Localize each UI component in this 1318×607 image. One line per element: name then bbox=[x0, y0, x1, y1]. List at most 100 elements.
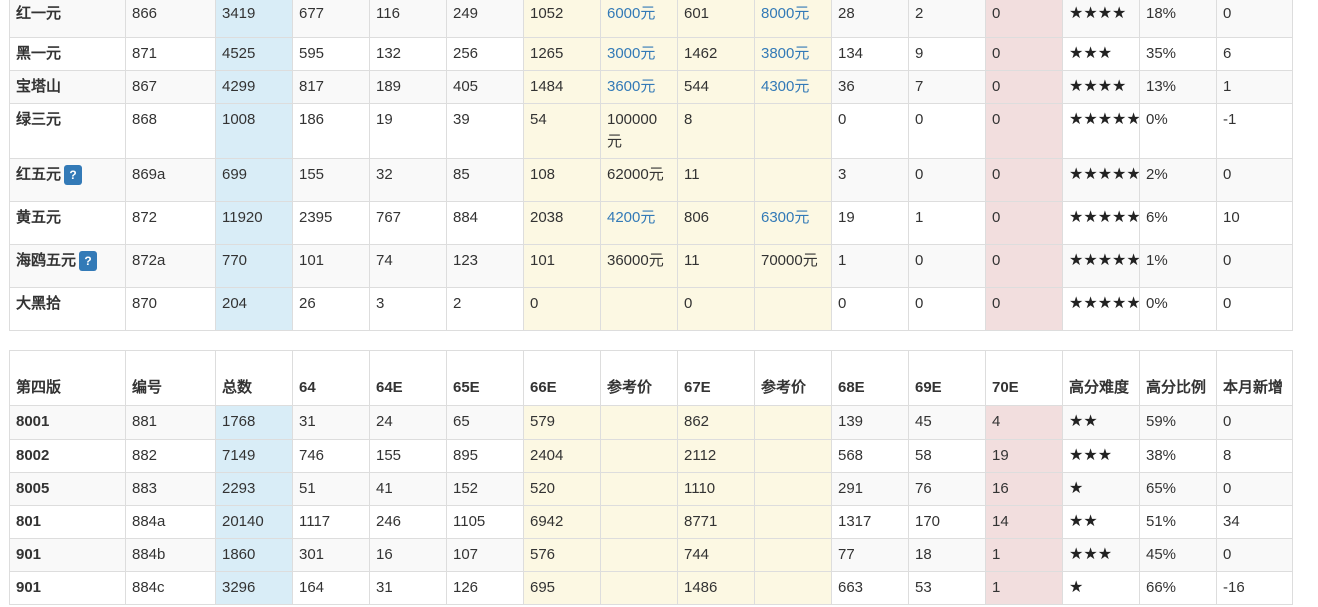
cell-code: 868 bbox=[125, 103, 216, 159]
cell-66e-text: 101 bbox=[530, 252, 556, 269]
cell-difficulty-stars: ★★★★★ bbox=[1062, 244, 1140, 288]
cell-ref-price-1 bbox=[600, 571, 678, 605]
reference-price-link[interactable]: 6300元 bbox=[761, 209, 809, 226]
cell-64e: 31 bbox=[369, 571, 447, 605]
cell-67e-text: 544 bbox=[684, 78, 710, 95]
cell-name-text: 901 bbox=[16, 579, 42, 596]
cell-67e-text: 8771 bbox=[684, 513, 718, 530]
reference-price-link[interactable]: 3000元 bbox=[607, 45, 655, 62]
reference-price-link[interactable]: 8000元 bbox=[761, 5, 809, 22]
cell-65e-text: 2 bbox=[453, 295, 462, 312]
cell-ratio: 51% bbox=[1139, 505, 1217, 539]
cell-64: 817 bbox=[292, 70, 370, 104]
cell-name-text: 8001 bbox=[16, 413, 50, 430]
cell-monthly-new-text: 34 bbox=[1223, 513, 1240, 530]
reference-price-link[interactable]: 4200元 bbox=[607, 209, 655, 226]
cell-ratio: 18% bbox=[1139, 0, 1217, 38]
cell-67e-text: 11 bbox=[684, 166, 700, 183]
cell-total: 1008 bbox=[215, 103, 293, 159]
reference-price-link[interactable]: 6000元 bbox=[607, 5, 655, 22]
header-64: 64 bbox=[292, 350, 370, 406]
cell-ref-price-2 bbox=[754, 158, 832, 202]
cell-ratio-text: 0% bbox=[1146, 111, 1168, 128]
help-button[interactable]: ? bbox=[64, 165, 83, 186]
cell-ref-price-1: 3000元 bbox=[600, 37, 678, 71]
cell-66e-text: 579 bbox=[530, 413, 556, 430]
cell-code-text: 872a bbox=[132, 252, 166, 269]
cell-66e-text: 695 bbox=[530, 579, 556, 596]
cell-monthly-new-text: 10 bbox=[1223, 209, 1240, 226]
cell-65e-text: 39 bbox=[453, 111, 470, 128]
cell-64: 155 bbox=[292, 158, 370, 202]
cell-difficulty-stars: ★★★★★ bbox=[1062, 158, 1140, 202]
cell-68e: 139 bbox=[831, 405, 909, 440]
star-rating: ★★ bbox=[1069, 513, 1098, 530]
cell-total: 11920 bbox=[215, 201, 293, 245]
cell-66e: 2404 bbox=[523, 439, 601, 473]
cell-ref-price-1: 62000元 bbox=[600, 158, 678, 202]
reference-price-link[interactable]: 4300元 bbox=[761, 78, 809, 95]
cell-monthly-new: 0 bbox=[1216, 158, 1293, 202]
cell-67e-text: 11 bbox=[684, 252, 700, 269]
cell-66e: 101 bbox=[523, 244, 601, 288]
cell-ratio-text: 65% bbox=[1146, 480, 1177, 497]
cell-ref-price-2 bbox=[754, 472, 832, 506]
table-row: 红一元 866 3419 677 116 249 1052 6000元 601 8000元 28 2 0… bbox=[9, 0, 1293, 38]
cell-65e-text: 256 bbox=[453, 45, 479, 62]
cell-total: 699 bbox=[215, 158, 293, 202]
cell-65e: 1105 bbox=[446, 505, 524, 539]
cell-64e: 74 bbox=[369, 244, 447, 288]
star-rating: ★★★★ bbox=[1069, 5, 1127, 22]
cell-68e: 28 bbox=[831, 0, 909, 38]
cell-name: 8002 bbox=[9, 439, 126, 473]
cell-70e: 1 bbox=[985, 571, 1063, 605]
cell-64: 101 bbox=[292, 244, 370, 288]
cell-64-text: 155 bbox=[299, 166, 325, 183]
cell-67e: 806 bbox=[677, 201, 755, 245]
header-70e: 70E bbox=[985, 350, 1063, 406]
cell-69e-text: 58 bbox=[915, 447, 932, 464]
cell-difficulty-stars: ★★★★★ bbox=[1062, 103, 1140, 159]
cell-69e: 0 bbox=[908, 103, 986, 159]
cell-67e: 11 bbox=[677, 244, 755, 288]
cell-64e: 32 bbox=[369, 158, 447, 202]
cell-69e-text: 53 bbox=[915, 579, 932, 596]
cell-70e-text: 0 bbox=[992, 209, 1001, 226]
cell-68e-text: 3 bbox=[838, 166, 847, 183]
table-row: 红五元? 869a 699 155 32 85 108 62000元 11 3 0 0 ★★★★★ 2% 0 bbox=[9, 158, 1293, 202]
cell-68e-text: 134 bbox=[838, 45, 864, 62]
cell-64e-text: 19 bbox=[376, 111, 393, 128]
cell-ratio: 45% bbox=[1139, 538, 1217, 572]
cell-code: 872a bbox=[125, 244, 216, 288]
cell-total-text: 20140 bbox=[222, 513, 264, 530]
cell-64: 26 bbox=[292, 287, 370, 331]
cell-66e-text: 0 bbox=[530, 295, 539, 312]
cell-ref-price-1 bbox=[600, 439, 678, 473]
cell-name-text: 黑一元 bbox=[16, 45, 62, 62]
cell-monthly-new: 0 bbox=[1216, 405, 1293, 440]
cell-68e: 568 bbox=[831, 439, 909, 473]
cell-total-text: 770 bbox=[222, 252, 248, 269]
cell-66e-text: 1484 bbox=[530, 78, 564, 95]
cell-66e-text: 1265 bbox=[530, 45, 564, 62]
help-button[interactable]: ? bbox=[79, 251, 98, 272]
cell-64: 595 bbox=[292, 37, 370, 71]
cell-66e: 1484 bbox=[523, 70, 601, 104]
reference-price-link[interactable]: 3600元 bbox=[607, 78, 655, 95]
cell-70e: 1 bbox=[985, 538, 1063, 572]
cell-68e-text: 77 bbox=[838, 546, 855, 563]
cell-67e-text: 862 bbox=[684, 413, 710, 430]
cell-65e-text: 249 bbox=[453, 5, 479, 22]
cell-65e: 2 bbox=[446, 287, 524, 331]
cell-monthly-new-text: 0 bbox=[1223, 413, 1232, 430]
cell-ref-price-1-text: 62000元 bbox=[607, 166, 664, 183]
reference-price-link[interactable]: 3800元 bbox=[761, 45, 809, 62]
cell-monthly-new-text: 0 bbox=[1223, 546, 1232, 563]
cell-ratio-text: 45% bbox=[1146, 546, 1177, 563]
banknote-table-3rd-series: 红一元 866 3419 677 116 249 1052 6000元 601 8000元 28 2 0… bbox=[9, 0, 1293, 331]
cell-64-text: 817 bbox=[299, 78, 325, 95]
cell-code: 882 bbox=[125, 439, 216, 473]
cell-65e: 895 bbox=[446, 439, 524, 473]
cell-ratio-text: 18% bbox=[1146, 5, 1177, 22]
cell-65e: 884 bbox=[446, 201, 524, 245]
